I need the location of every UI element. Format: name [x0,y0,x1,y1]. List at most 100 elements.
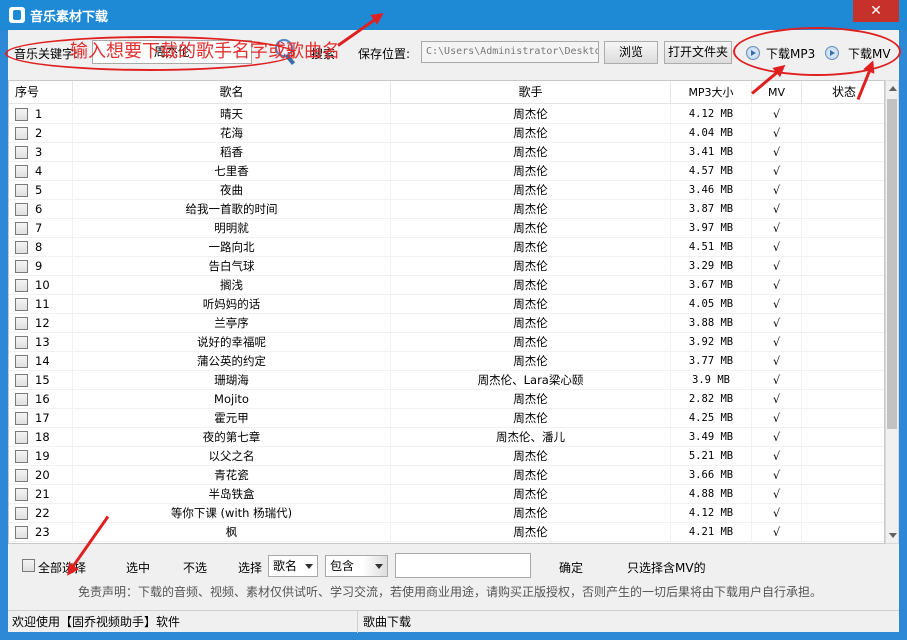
row-checkbox[interactable] [15,298,28,311]
row-song-name: 告白气球 [73,257,391,276]
row-status [802,428,884,447]
row-index: 16 [33,390,73,409]
row-index: 21 [33,485,73,504]
table-row[interactable]: 19 以父之名 周杰伦 5.21 MB √ [9,447,884,466]
row-song-name: 明明就 [73,219,391,238]
row-checkbox[interactable] [15,127,28,140]
header-index[interactable]: 序号 [9,81,73,104]
row-song-name: 等你下课 (with 杨瑞代) [73,504,391,523]
select-all-label[interactable]: 全部选择 [38,559,86,576]
row-checkbox[interactable] [15,108,28,121]
table-row[interactable]: 18 夜的第七章 周杰伦、潘儿 3.49 MB √ [9,428,884,447]
row-status [802,295,884,314]
choose-label: 选择 [238,561,263,575]
table-row[interactable]: 6 给我一首歌的时间 周杰伦 3.87 MB √ [9,200,884,219]
open-folder-button[interactable]: 打开文件夹 [664,41,732,64]
table-row[interactable]: 5 夜曲 周杰伦 3.46 MB √ [9,181,884,200]
row-checkbox[interactable] [15,431,28,444]
row-index: 19 [33,447,73,466]
row-song-name: 兰亭序 [73,314,391,333]
table-row[interactable]: 23 枫周杰伦 4.21 MB √ [9,523,884,542]
row-checkbox[interactable] [15,222,28,235]
table-row[interactable]: 8 一路向北 周杰伦 4.51 MB √ [9,238,884,257]
row-checkbox[interactable] [15,336,28,349]
row-status [802,143,884,162]
header-song-name[interactable]: 歌名 [73,81,391,104]
row-checkbox[interactable] [15,146,28,159]
close-button[interactable]: ✕ [853,0,899,22]
scroll-down-icon[interactable] [889,533,897,538]
row-status [802,485,884,504]
row-checkbox[interactable] [15,203,28,216]
filter-input[interactable] [395,553,531,578]
field-select[interactable]: 歌名 [268,555,318,577]
row-mv-flag: √ [752,257,802,276]
scroll-up-icon[interactable] [889,86,897,91]
browse-button[interactable]: 浏览 [604,41,658,64]
row-checkbox[interactable] [15,412,28,425]
table-row[interactable]: 4 七里香 周杰伦 4.57 MB √ [9,162,884,181]
table-body: 1 晴天 周杰伦 4.12 MB √ 2 花海 周杰伦 4.04 MB √ 3 稻香 周杰伦 3.41 M… [9,105,884,542]
table-row[interactable]: 15 珊瑚海 周杰伦、Lara梁心颐 3.9 MB √ [9,371,884,390]
row-index: 1 [33,105,73,124]
table-row[interactable]: 9 告白气球 周杰伦 3.29 MB √ [9,257,884,276]
scroll-thumb[interactable] [887,99,897,429]
row-singer: 周杰伦 [391,181,671,200]
row-checkbox[interactable] [15,526,28,539]
row-checkbox[interactable] [15,393,28,406]
row-song-name: 稻香 [73,143,391,162]
row-index: 10 [33,276,73,295]
row-status [802,504,884,523]
table-row[interactable]: 3 稻香 周杰伦 3.41 MB √ [9,143,884,162]
header-mp3-size[interactable]: MP3大小 [671,81,752,104]
table-row[interactable]: 12 兰亭序 周杰伦 3.88 MB √ [9,314,884,333]
vertical-scrollbar[interactable] [885,80,899,544]
row-mp3-size: 3.92 MB [671,333,752,352]
table-row[interactable]: 1 晴天 周杰伦 4.12 MB √ [9,105,884,124]
table-row[interactable]: 7 明明就 周杰伦 3.97 MB √ [9,219,884,238]
row-checkbox[interactable] [15,488,28,501]
row-checkbox[interactable] [15,507,28,520]
row-index: 2 [33,124,73,143]
row-checkbox[interactable] [15,165,28,178]
table-row[interactable]: 10 搁浅 周杰伦 3.67 MB √ [9,276,884,295]
select-all-checkbox[interactable] [22,559,35,572]
table-row[interactable]: 16 Mojito 周杰伦 2.82 MB √ [9,390,884,409]
table-row[interactable]: 17 霍元甲 周杰伦 4.25 MB √ [9,409,884,428]
row-singer: 周杰伦 [391,276,671,295]
row-song-name: 夜的第七章 [73,428,391,447]
row-song-name: 听妈妈的话 [73,295,391,314]
table-row[interactable]: 22 等你下课 (with 杨瑞代) 周杰伦 4.12 MB √ [9,504,884,523]
row-checkbox[interactable] [15,469,28,482]
row-checkbox[interactable] [15,184,28,197]
row-checkbox[interactable] [15,355,28,368]
deselect-button[interactable]: 不选 [183,559,207,576]
row-checkbox[interactable] [15,317,28,330]
row-checkbox[interactable] [15,279,28,292]
table-row[interactable]: 14 蒲公英的约定 周杰伦 3.77 MB √ [9,352,884,371]
table-row[interactable]: 11 听妈妈的话 周杰伦 4.05 MB √ [9,295,884,314]
header-singer[interactable]: 歌手 [391,81,671,104]
row-checkbox[interactable] [15,374,28,387]
row-checkbox[interactable] [15,241,28,254]
table-row[interactable]: 13 说好的幸福呢 周杰伦 3.92 MB √ [9,333,884,352]
row-index: 9 [33,257,73,276]
mv-only-button[interactable]: 只选择含MV的 [627,559,706,576]
table-row[interactable]: 2 花海 周杰伦 4.04 MB √ [9,124,884,143]
row-index: 11 [33,295,73,314]
save-path-field[interactable]: C:\Users\Administrator\Deskto [421,41,599,63]
row-status [802,238,884,257]
chevron-down-icon [375,564,383,569]
confirm-button[interactable]: 确定 [559,559,583,576]
table-row[interactable]: 21 半岛铁盒 周杰伦 4.88 MB √ [9,485,884,504]
row-mv-flag: √ [752,504,802,523]
client-area: 音乐关键字: 周杰伦 搜索 保存位置: C:\Users\Administrat… [8,30,899,633]
table-row[interactable]: 20 青花瓷 周杰伦 3.66 MB √ [9,466,884,485]
row-song-name: 半岛铁盒 [73,485,391,504]
select-button[interactable]: 选中 [126,559,150,576]
row-checkbox[interactable] [15,450,28,463]
row-checkbox[interactable] [15,260,28,273]
header-status[interactable]: 状态 [802,81,884,104]
match-select[interactable]: 包含 [325,555,388,577]
row-status [802,466,884,485]
